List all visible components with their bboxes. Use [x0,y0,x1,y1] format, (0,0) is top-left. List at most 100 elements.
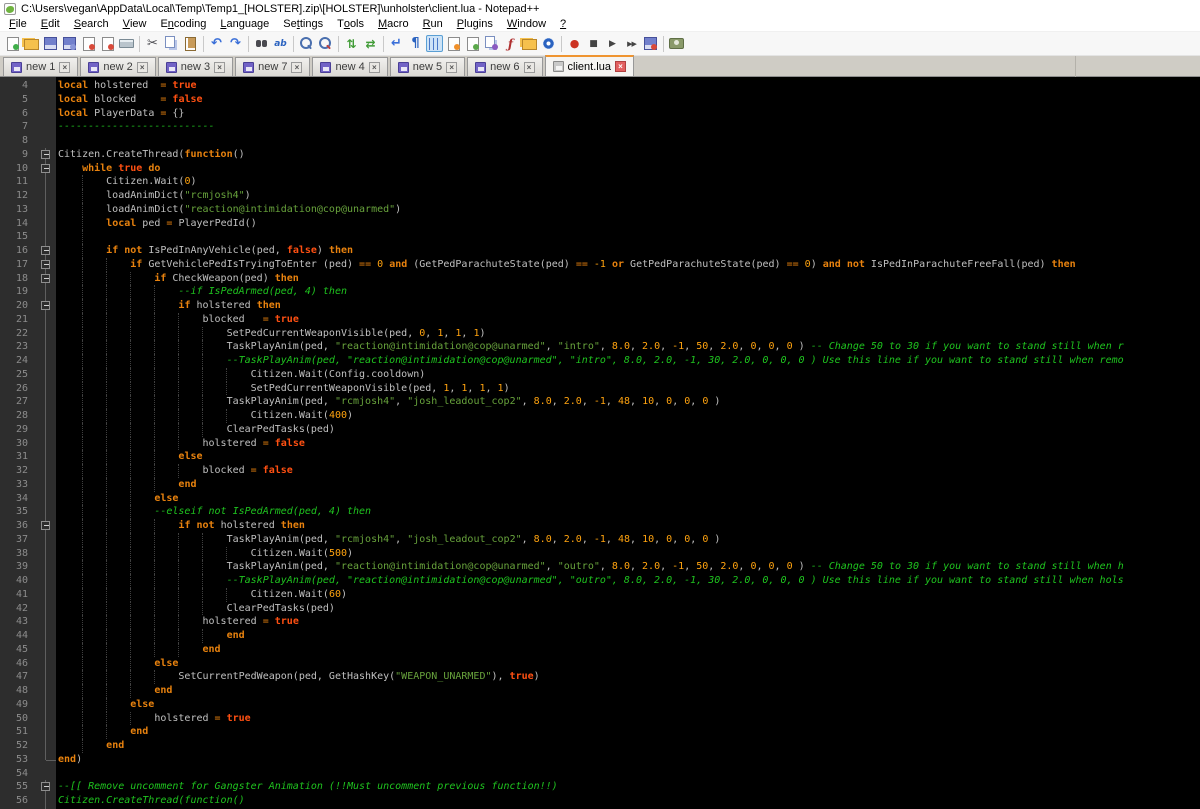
tab-new-4[interactable]: new 4× [312,57,387,76]
tab-new-3[interactable]: new 3 × [158,57,233,76]
menu-item-language[interactable]: Language [213,17,276,32]
menu-item-tools[interactable]: Tools [330,17,371,32]
tab-close-icon[interactable]: × [369,62,380,73]
line-number: 47 [0,670,36,684]
editor[interactable]: 4local holstered = true5local blocked = … [0,77,1200,809]
show-all-characters-icon[interactable]: ¶ [407,35,424,52]
replace-icon[interactable]: ab [272,35,289,52]
menu-item-search[interactable]: Search [67,17,116,32]
copy-icon[interactable] [163,35,180,52]
tab-new-6[interactable]: new 6× [467,57,542,76]
line-number: 39 [0,560,36,574]
fold-margin [36,588,56,602]
cut-icon[interactable]: ✂ [144,35,161,52]
fold-margin[interactable] [36,148,56,162]
code-text: Citizen.Wait(500) [56,547,1200,561]
fold-margin[interactable] [36,519,56,533]
tab-close-icon[interactable]: × [214,62,225,73]
toolbar: ✂↶↷ab⇅⇄↵¶ƒ●■▶▶▶ [0,32,1200,56]
close-all-icon[interactable] [99,35,116,52]
fold-margin [36,107,56,121]
macro-stop-icon[interactable]: ■ [585,35,602,52]
tab-close-icon[interactable]: × [137,62,148,73]
code-text: while true do [56,162,1200,176]
line-number: 25 [0,368,36,382]
macro-save-icon[interactable] [642,35,659,52]
code-line-44: 44 end [0,629,1200,643]
fold-margin[interactable] [36,272,56,286]
fold-margin[interactable] [36,299,56,313]
function-list-icon[interactable] [445,35,462,52]
tab-close-icon[interactable]: × [59,62,70,73]
macro-play-icon[interactable]: ▶ [604,35,621,52]
menu-item-help[interactable]: ? [553,17,573,32]
tab-close-icon[interactable]: × [446,62,457,73]
sync-vertical-icon[interactable]: ⇅ [343,35,360,52]
menu-item-run[interactable]: Run [416,17,450,32]
menu-item-edit[interactable]: Edit [34,17,67,32]
menu-item-settings[interactable]: Settings [276,17,330,32]
code-line-17: 17 if GetVehiclePedIsTryingToEnter (ped)… [0,258,1200,272]
save-all-icon[interactable] [61,35,78,52]
monitoring-icon[interactable] [540,35,557,52]
undo-icon[interactable]: ↶ [208,35,225,52]
code-line-8: 8 [0,134,1200,148]
line-number: 10 [0,162,36,176]
tab-new-2[interactable]: new 2× [80,57,155,76]
menu-item-plugins[interactable]: Plugins [450,17,500,32]
macro-run-multiple-icon[interactable]: ▶▶ [623,35,640,52]
sync-horizontal-icon[interactable]: ⇄ [362,35,379,52]
code-text: end [56,684,1200,698]
line-number: 7 [0,120,36,134]
code-text: --[[ Remove uncomment for Gangster Anima… [56,780,1200,794]
clipboard-history-icon[interactable] [483,35,500,52]
word-wrap-icon[interactable]: ↵ [388,35,405,52]
toolbar-separator [203,36,204,52]
code-text: loadAnimDict("reaction@intimidation@cop@… [56,203,1200,217]
find-icon[interactable] [253,35,270,52]
menu-item-view[interactable]: View [116,17,154,32]
plugin-camera-icon[interactable] [668,35,685,52]
line-number: 23 [0,340,36,354]
line-number: 49 [0,698,36,712]
open-file-icon[interactable] [23,35,40,52]
code-text: TaskPlayAnim(ped, "reaction@intimidation… [56,340,1200,354]
code-text: end [56,478,1200,492]
print-icon[interactable] [118,35,135,52]
code-text: blocked = true [56,313,1200,327]
redo-icon[interactable]: ↷ [227,35,244,52]
tab-close-icon[interactable]: × [291,62,302,73]
menu-item-macro[interactable]: Macro [371,17,416,32]
fold-margin [36,767,56,781]
fold-margin [36,368,56,382]
tab-close-icon[interactable]: × [524,62,535,73]
tab-new-5[interactable]: new 5× [390,57,465,76]
paste-icon[interactable] [182,35,199,52]
tab-new-1[interactable]: new 1× [3,57,78,76]
document-map-icon[interactable] [464,35,481,52]
zoom-out-icon[interactable] [317,35,334,52]
menu-item-encoding[interactable]: Encoding [153,17,213,32]
folder-workspace-icon[interactable] [521,35,538,52]
macro-record-icon[interactable]: ● [566,35,583,52]
fold-margin[interactable] [36,162,56,176]
show-indent-guide-icon[interactable] [426,35,443,52]
fold-margin[interactable] [36,780,56,794]
fold-margin[interactable] [36,258,56,272]
save-icon[interactable] [42,35,59,52]
zoom-in-icon[interactable] [298,35,315,52]
line-number: 44 [0,629,36,643]
tab-label: new 3 [181,61,210,73]
menu-item-window[interactable]: Window [500,17,553,32]
fold-margin[interactable] [36,244,56,258]
tab-new-7[interactable]: new 7× [235,57,310,76]
code-text: Citizen.CreateThread(function() [56,794,1200,808]
fold-margin [36,464,56,478]
tab-close-icon[interactable]: × [615,61,626,72]
close-icon[interactable] [80,35,97,52]
menu-item-file[interactable]: File [2,17,34,32]
script-icon[interactable]: ƒ [502,35,519,52]
new-file-icon[interactable] [4,35,21,52]
code-line-36: 36 if not holstered then [0,519,1200,533]
tab-client.lua[interactable]: client.lua× [545,55,634,76]
